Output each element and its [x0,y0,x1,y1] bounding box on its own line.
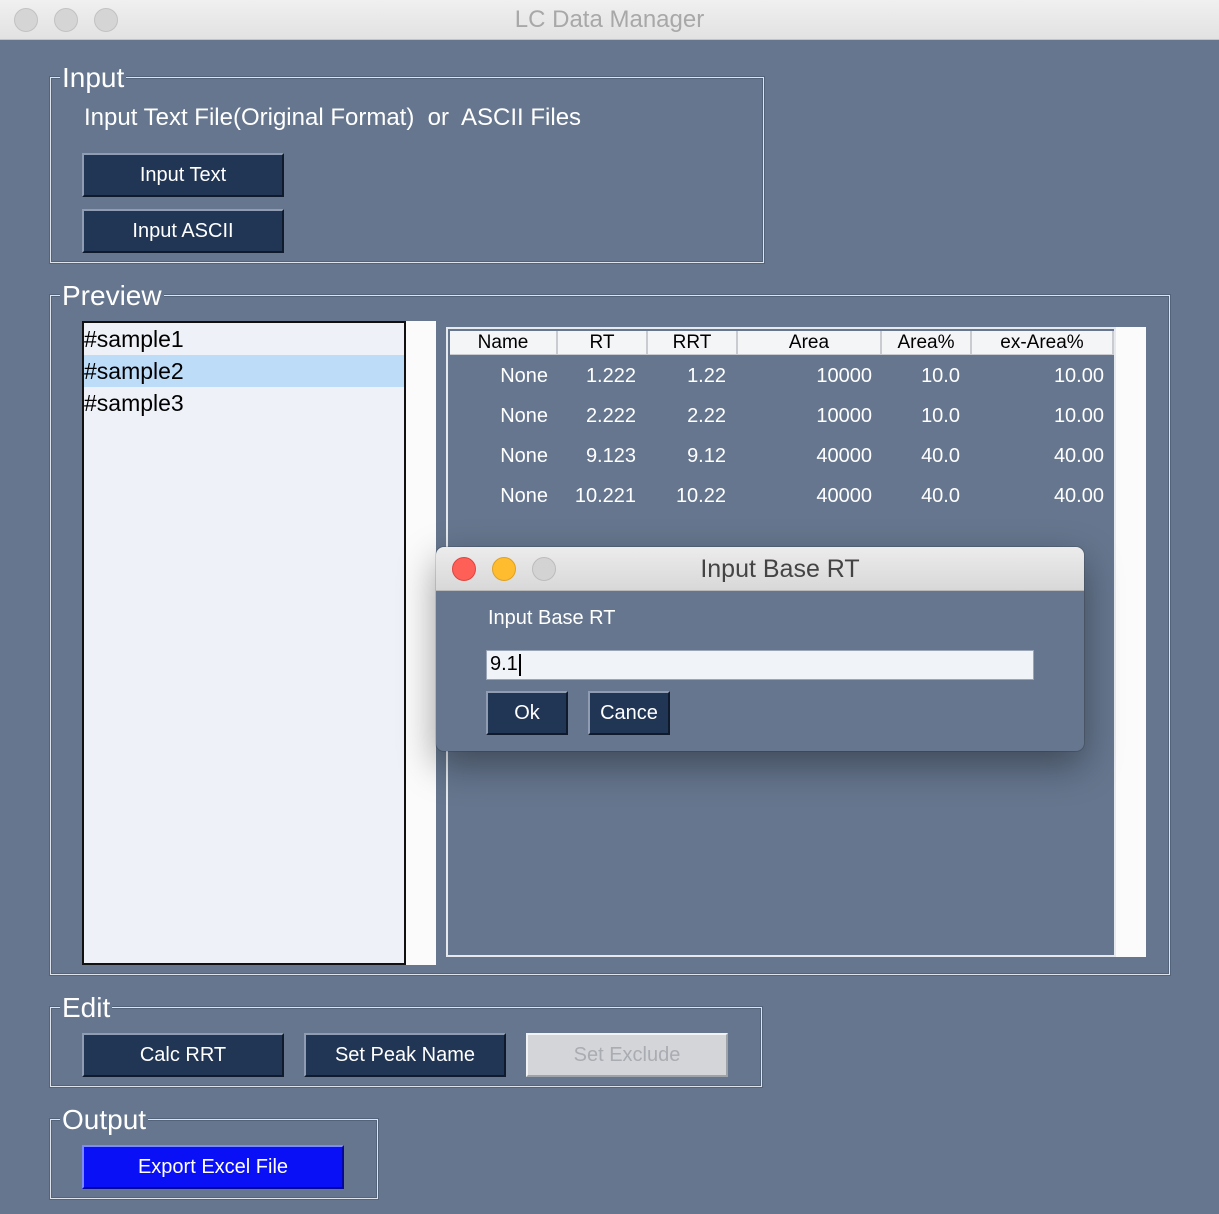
table-cell: 40000 [816,445,872,467]
table-cell: 1.222 [585,365,636,387]
set-peak-name-button[interactable]: Set Peak Name [304,1033,506,1077]
table-cell: 10.0 [921,365,960,387]
table-cell: 9.123 [585,445,636,467]
dialog-label: Input Base RT [488,607,616,629]
output-group-legend: Output [60,1104,149,1135]
base-rt-input[interactable]: 9.1 [486,650,1034,680]
table-cell: 10.221 [574,485,636,507]
window-title: LC Data Manager [514,6,705,33]
table-cell: 10000 [816,365,872,387]
table-cell: None [500,445,548,467]
column-header-rrt[interactable]: RRT [648,331,738,355]
sample-list-item-selected[interactable]: #sample2 [84,355,404,387]
input-ascii-button[interactable]: Input ASCII [82,209,284,253]
table-cell: None [500,485,548,507]
input-base-rt-dialog: Input Base RT Input Base RT 9.1 Ok Cance [436,547,1084,751]
table-cell: 2.222 [585,405,636,427]
sample-listbox[interactable]: #sample1 #sample2 #sample3 [82,321,406,965]
dialog-title: Input Base RT [700,555,860,583]
table-cell: None [500,405,548,427]
table-cell: None [500,365,548,387]
table-cell: 1.22 [687,365,726,387]
column-header-rt[interactable]: RT [558,331,648,355]
table-scrollbar[interactable] [1116,327,1146,957]
table-cell: 40.0 [921,485,960,507]
table-cell: 2.22 [687,405,726,427]
cancel-button[interactable]: Cance [588,691,670,735]
table-cell: 10.0 [921,405,960,427]
column-header-name[interactable]: Name [450,331,558,355]
table-cell: 10.22 [675,485,726,507]
table-cell: 10.00 [1053,365,1104,387]
dialog-titlebar: Input Base RT [436,547,1084,591]
table-cell: 10.00 [1053,405,1104,427]
set-exclude-button[interactable]: Set Exclude [526,1033,728,1077]
sample-list-item[interactable]: #sample3 [84,387,404,419]
base-rt-input-value: 9.1 [490,653,518,675]
calc-rrt-button[interactable]: Calc RRT [82,1033,284,1077]
input-text-button[interactable]: Input Text [82,153,284,197]
column-header-ex-area-percent[interactable]: ex-Area% [972,331,1114,355]
preview-group-legend: Preview [60,280,164,311]
ok-button[interactable]: Ok [486,691,568,735]
table-cell: 40.00 [1053,485,1104,507]
export-excel-button[interactable]: Export Excel File [82,1145,344,1189]
column-header-area[interactable]: Area [738,331,882,355]
column-header-area-percent[interactable]: Area% [882,331,972,355]
sample-list-scrollbar[interactable] [406,321,436,965]
table-cell: 40.0 [921,445,960,467]
table-cell: 9.12 [687,445,726,467]
table-cell: 40000 [816,485,872,507]
input-group-legend: Input [60,62,127,93]
window-titlebar: LC Data Manager [0,0,1219,40]
table-cell: 10000 [816,405,872,427]
sample-list-item[interactable]: #sample1 [84,323,404,355]
text-caret [518,653,521,676]
input-description: Input Text File(Original Format) or ASCI… [84,104,582,131]
edit-group-legend: Edit [60,992,113,1023]
table-cell: 40.00 [1053,445,1104,467]
